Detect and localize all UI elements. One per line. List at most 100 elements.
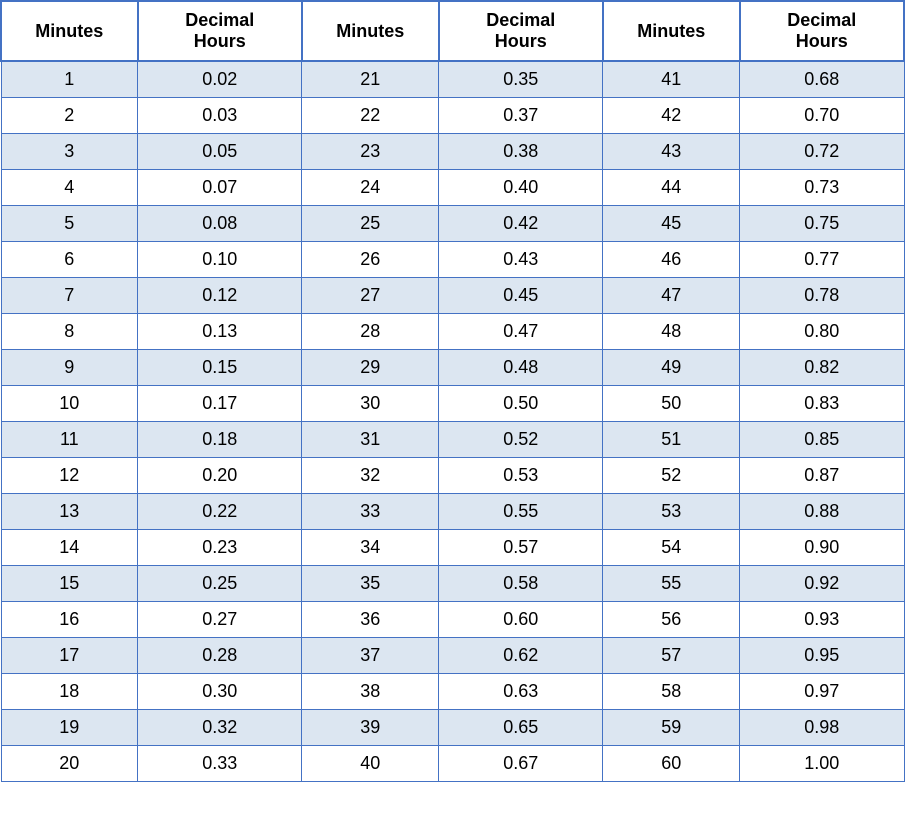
minutes-1: 19	[1, 710, 138, 746]
minutes-2: 30	[302, 386, 439, 422]
minutes-1: 12	[1, 458, 138, 494]
header-decimal-1: DecimalHours	[138, 1, 302, 61]
decimal-1: 0.28	[138, 638, 302, 674]
decimal-3: 0.78	[740, 278, 904, 314]
decimal-1: 0.15	[138, 350, 302, 386]
decimal-3: 0.70	[740, 98, 904, 134]
decimal-3: 0.87	[740, 458, 904, 494]
minutes-2: 21	[302, 61, 439, 98]
table-row: 16 0.27 36 0.60 56 0.93	[1, 602, 904, 638]
decimal-3: 0.85	[740, 422, 904, 458]
minutes-3: 52	[603, 458, 740, 494]
decimal-3: 0.83	[740, 386, 904, 422]
minutes-2: 39	[302, 710, 439, 746]
minutes-1: 2	[1, 98, 138, 134]
decimal-3: 0.98	[740, 710, 904, 746]
minutes-3: 56	[603, 602, 740, 638]
decimal-2: 0.48	[439, 350, 603, 386]
minutes-1: 14	[1, 530, 138, 566]
minutes-3: 43	[603, 134, 740, 170]
decimal-1: 0.08	[138, 206, 302, 242]
decimal-3: 0.77	[740, 242, 904, 278]
decimal-1: 0.32	[138, 710, 302, 746]
table-row: 8 0.13 28 0.47 48 0.80	[1, 314, 904, 350]
minutes-3: 46	[603, 242, 740, 278]
decimal-2: 0.50	[439, 386, 603, 422]
table-row: 14 0.23 34 0.57 54 0.90	[1, 530, 904, 566]
minutes-2: 32	[302, 458, 439, 494]
decimal-3: 0.80	[740, 314, 904, 350]
decimal-1: 0.27	[138, 602, 302, 638]
decimal-1: 0.03	[138, 98, 302, 134]
decimal-3: 0.73	[740, 170, 904, 206]
minutes-3: 41	[603, 61, 740, 98]
decimal-2: 0.62	[439, 638, 603, 674]
decimal-2: 0.57	[439, 530, 603, 566]
table-row: 9 0.15 29 0.48 49 0.82	[1, 350, 904, 386]
decimal-2: 0.67	[439, 746, 603, 782]
minutes-1: 15	[1, 566, 138, 602]
decimal-3: 0.90	[740, 530, 904, 566]
minutes-2: 29	[302, 350, 439, 386]
decimal-1: 0.12	[138, 278, 302, 314]
minutes-1: 8	[1, 314, 138, 350]
decimal-1: 0.18	[138, 422, 302, 458]
decimal-2: 0.45	[439, 278, 603, 314]
table-row: 2 0.03 22 0.37 42 0.70	[1, 98, 904, 134]
decimal-1: 0.07	[138, 170, 302, 206]
decimal-3: 0.93	[740, 602, 904, 638]
minutes-3: 58	[603, 674, 740, 710]
decimal-1: 0.23	[138, 530, 302, 566]
minutes-2: 27	[302, 278, 439, 314]
minutes-1: 6	[1, 242, 138, 278]
minutes-2: 31	[302, 422, 439, 458]
decimal-1: 0.25	[138, 566, 302, 602]
minutes-1: 20	[1, 746, 138, 782]
header-decimal-3: DecimalHours	[740, 1, 904, 61]
table-row: 7 0.12 27 0.45 47 0.78	[1, 278, 904, 314]
minutes-3: 51	[603, 422, 740, 458]
minutes-3: 44	[603, 170, 740, 206]
minutes-2: 38	[302, 674, 439, 710]
decimal-2: 0.42	[439, 206, 603, 242]
minutes-2: 34	[302, 530, 439, 566]
decimal-2: 0.63	[439, 674, 603, 710]
decimal-2: 0.65	[439, 710, 603, 746]
decimal-2: 0.38	[439, 134, 603, 170]
table-row: 5 0.08 25 0.42 45 0.75	[1, 206, 904, 242]
minutes-1: 1	[1, 61, 138, 98]
decimal-1: 0.33	[138, 746, 302, 782]
table-row: 4 0.07 24 0.40 44 0.73	[1, 170, 904, 206]
decimal-2: 0.53	[439, 458, 603, 494]
minutes-3: 53	[603, 494, 740, 530]
table-row: 1 0.02 21 0.35 41 0.68	[1, 61, 904, 98]
minutes-1: 11	[1, 422, 138, 458]
minutes-2: 26	[302, 242, 439, 278]
decimal-1: 0.02	[138, 61, 302, 98]
header-decimal-2: DecimalHours	[439, 1, 603, 61]
decimal-2: 0.35	[439, 61, 603, 98]
decimal-3: 0.72	[740, 134, 904, 170]
minutes-1: 7	[1, 278, 138, 314]
table-row: 11 0.18 31 0.52 51 0.85	[1, 422, 904, 458]
table-row: 12 0.20 32 0.53 52 0.87	[1, 458, 904, 494]
minutes-3: 45	[603, 206, 740, 242]
minutes-3: 59	[603, 710, 740, 746]
minutes-1: 17	[1, 638, 138, 674]
decimal-1: 0.22	[138, 494, 302, 530]
table-row: 3 0.05 23 0.38 43 0.72	[1, 134, 904, 170]
decimal-2: 0.55	[439, 494, 603, 530]
decimal-3: 0.82	[740, 350, 904, 386]
decimal-1: 0.13	[138, 314, 302, 350]
minutes-1: 3	[1, 134, 138, 170]
minutes-1: 10	[1, 386, 138, 422]
decimal-1: 0.05	[138, 134, 302, 170]
minutes-1: 18	[1, 674, 138, 710]
decimal-2: 0.58	[439, 566, 603, 602]
header-minutes-3: Minutes	[603, 1, 740, 61]
table-row: 19 0.32 39 0.65 59 0.98	[1, 710, 904, 746]
minutes-1: 13	[1, 494, 138, 530]
table-row: 20 0.33 40 0.67 60 1.00	[1, 746, 904, 782]
minutes-3: 47	[603, 278, 740, 314]
decimal-2: 0.52	[439, 422, 603, 458]
